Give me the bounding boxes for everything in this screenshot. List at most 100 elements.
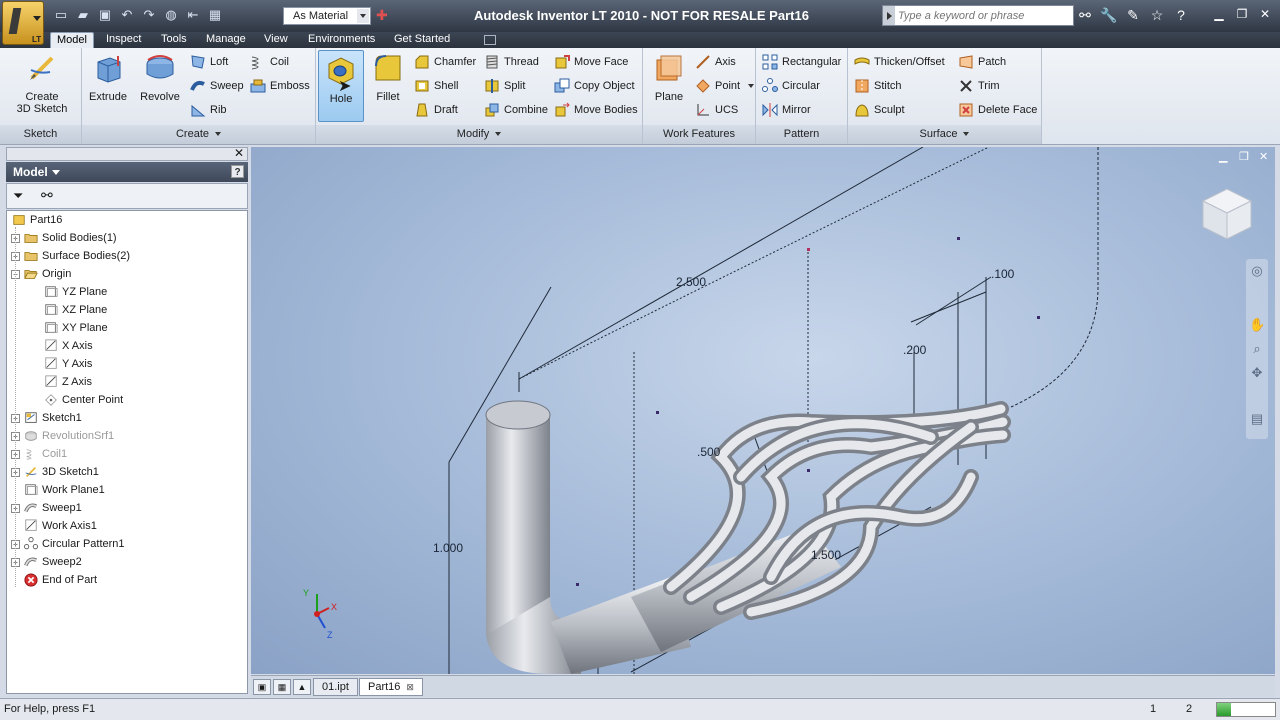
move-bodies-button[interactable]: Move Bodies (554, 101, 638, 119)
update-icon[interactable]: ▦ (206, 6, 224, 24)
new-icon[interactable]: ▭ (52, 6, 70, 24)
sculpt-button[interactable]: Sculpt (854, 101, 905, 119)
expand-arrow-icon[interactable] (883, 6, 895, 25)
search-input[interactable] (898, 7, 1073, 24)
ribbon-minimize-icon[interactable] (484, 35, 496, 45)
tab-list-icon[interactable]: ▲ (293, 679, 311, 695)
trim-button[interactable]: Trim (958, 77, 1000, 95)
tab-tools[interactable]: Tools (155, 32, 193, 48)
chamfer-button[interactable]: Chamfer (414, 53, 476, 71)
return-icon[interactable]: ⇤ (184, 6, 202, 24)
tree-node-sweep1[interactable]: + Sweep1 (11, 499, 82, 517)
filter-icon[interactable]: ⏷ (13, 188, 23, 204)
tree-node-coil1[interactable]: + Coil1 (11, 445, 67, 463)
tree-node-center-point[interactable]: Center Point (31, 391, 123, 409)
tab-inspect[interactable]: Inspect (100, 32, 147, 48)
redo-icon[interactable]: ↷ (140, 6, 158, 24)
tree-node-work-axis1[interactable]: Work Axis1 (11, 517, 97, 535)
tree-node-z-axis[interactable]: Z Axis (31, 373, 92, 391)
viewport-minimize-icon[interactable]: ▁ (1219, 150, 1227, 163)
tree-node-sweep2[interactable]: + Sweep2 (11, 553, 82, 571)
stitch-button[interactable]: Stitch (854, 77, 902, 95)
dimension-label[interactable]: 2.500 (676, 275, 706, 289)
tree-node-solid-bodies-1[interactable]: + Solid Bodies(1) (11, 229, 117, 247)
fillet-button[interactable]: Fillet (368, 52, 408, 103)
split-button[interactable]: Split (484, 77, 525, 95)
tab-get-started[interactable]: Get Started (388, 32, 456, 48)
steering-wheel-icon[interactable]: ◎ (1249, 263, 1265, 279)
rib-button[interactable]: Rib (190, 101, 227, 119)
axis-button[interactable]: Axis (695, 53, 736, 71)
zoom-icon[interactable]: ⌕ (1249, 341, 1265, 357)
doc-tab-01-ipt[interactable]: 01.ipt (313, 678, 358, 696)
circular-pattern-button[interactable]: Circular (762, 77, 820, 95)
look-at-icon[interactable]: ▤ (1249, 411, 1265, 427)
undo-icon[interactable]: ↶ (118, 6, 136, 24)
minimize-button[interactable]: ▁ (1208, 4, 1230, 24)
thicken-offset-button[interactable]: Thicken/Offset (854, 53, 945, 71)
material-select[interactable]: As Material (283, 7, 371, 25)
revolve-button[interactable]: Revolve (138, 52, 182, 103)
dimension-label[interactable]: 1.000 (433, 541, 463, 555)
tab-environments[interactable]: Environments (302, 32, 381, 48)
search-box[interactable] (882, 5, 1074, 26)
maximize-button[interactable]: ❐ (1231, 4, 1253, 24)
color-override-icon[interactable]: ✚ (376, 7, 388, 24)
tab-model[interactable]: Model (50, 32, 94, 48)
draft-button[interactable]: Draft (414, 101, 458, 119)
help-icon[interactable]: ? (1172, 6, 1190, 24)
point-button[interactable]: Point (695, 77, 755, 95)
close-icon[interactable]: ✕ (234, 146, 244, 160)
binoculars-icon[interactable]: ⚯ (1076, 6, 1094, 24)
thread-button[interactable]: Thread (484, 53, 539, 71)
move-face-button[interactable]: Move Face (554, 53, 628, 71)
sweep-button[interactable]: Sweep (190, 77, 244, 95)
panel-label-surface[interactable]: Surface (848, 125, 1041, 144)
tree-node-surface-bodies-2[interactable]: + Surface Bodies(2) (11, 247, 130, 265)
viewcube-icon[interactable] (1199, 183, 1255, 243)
model-canvas[interactable]: Y X Z (251, 147, 1275, 674)
tree-node-revolutionsrf1[interactable]: + RevolutionSrf1 (11, 427, 114, 445)
comm-center-icon[interactable]: ✎ (1124, 6, 1142, 24)
plane-button[interactable]: Plane (649, 52, 689, 103)
loft-button[interactable]: Loft (190, 53, 228, 71)
dimension-label[interactable]: 1.500 (811, 548, 841, 562)
close-icon[interactable]: ⊠ (406, 682, 414, 692)
coil-button[interactable]: Coil (250, 53, 289, 71)
tree-node-yz-plane[interactable]: YZ Plane (31, 283, 107, 301)
graphics-viewport[interactable]: Y X Z 2.500 .100 .200 .500 1.000 1.500 ▁… (251, 147, 1275, 674)
close-button[interactable]: ✕ (1254, 4, 1276, 24)
tree-node-origin[interactable]: − Origin (11, 265, 71, 283)
tree-node-x-axis[interactable]: X Axis (31, 337, 93, 355)
tree-node-end-of-part[interactable]: End of Part (11, 571, 97, 589)
dimension-label[interactable]: .100 (991, 267, 1014, 281)
extrude-button[interactable]: Extrude (88, 52, 128, 103)
create-3d-sketch-button[interactable]: Create 3D Sketch (8, 52, 76, 115)
tab-view[interactable]: View (258, 32, 294, 48)
orbit-icon[interactable]: ✥ (1249, 365, 1265, 381)
tree-node-xz-plane[interactable]: XZ Plane (31, 301, 107, 319)
binoculars-icon[interactable]: ⚯ (41, 187, 53, 204)
mirror-button[interactable]: Mirror (762, 101, 811, 119)
panel-label-modify[interactable]: Modify (316, 125, 642, 144)
select-icon[interactable]: ◍ (162, 6, 180, 24)
tree-node-y-axis[interactable]: Y Axis (31, 355, 92, 373)
copy-object-button[interactable]: Copy Object (554, 77, 635, 95)
doc-tab-part16[interactable]: Part16 ⊠ (359, 678, 423, 696)
delete-face-button[interactable]: Delete Face (958, 101, 1037, 119)
tree-node-work-plane1[interactable]: Work Plane1 (11, 481, 105, 499)
tree-node-part16[interactable]: Part16 (11, 211, 62, 229)
subscription-icon[interactable]: 🔧 (1100, 6, 1118, 24)
rectangular-pattern-button[interactable]: Rectangular (762, 53, 841, 71)
favorites-icon[interactable]: ☆ (1148, 6, 1166, 24)
tree-node-3d-sketch1[interactable]: +3D Sketch1 (11, 463, 99, 481)
browser-model-dropdown[interactable]: Model ? (6, 162, 248, 182)
browser-help-button[interactable]: ? (231, 165, 244, 178)
open-icon[interactable]: ▰ (74, 6, 92, 24)
viewport-close-icon[interactable]: ✕ (1259, 150, 1268, 163)
tree-node-circular-pattern1[interactable]: + Circular Pattern1 (11, 535, 125, 553)
tile-windows-icon[interactable]: ▣ (253, 679, 271, 695)
pan-icon[interactable]: ✋ (1249, 317, 1265, 333)
panel-label-create[interactable]: Create (82, 125, 315, 144)
dimension-label[interactable]: .200 (903, 343, 926, 357)
